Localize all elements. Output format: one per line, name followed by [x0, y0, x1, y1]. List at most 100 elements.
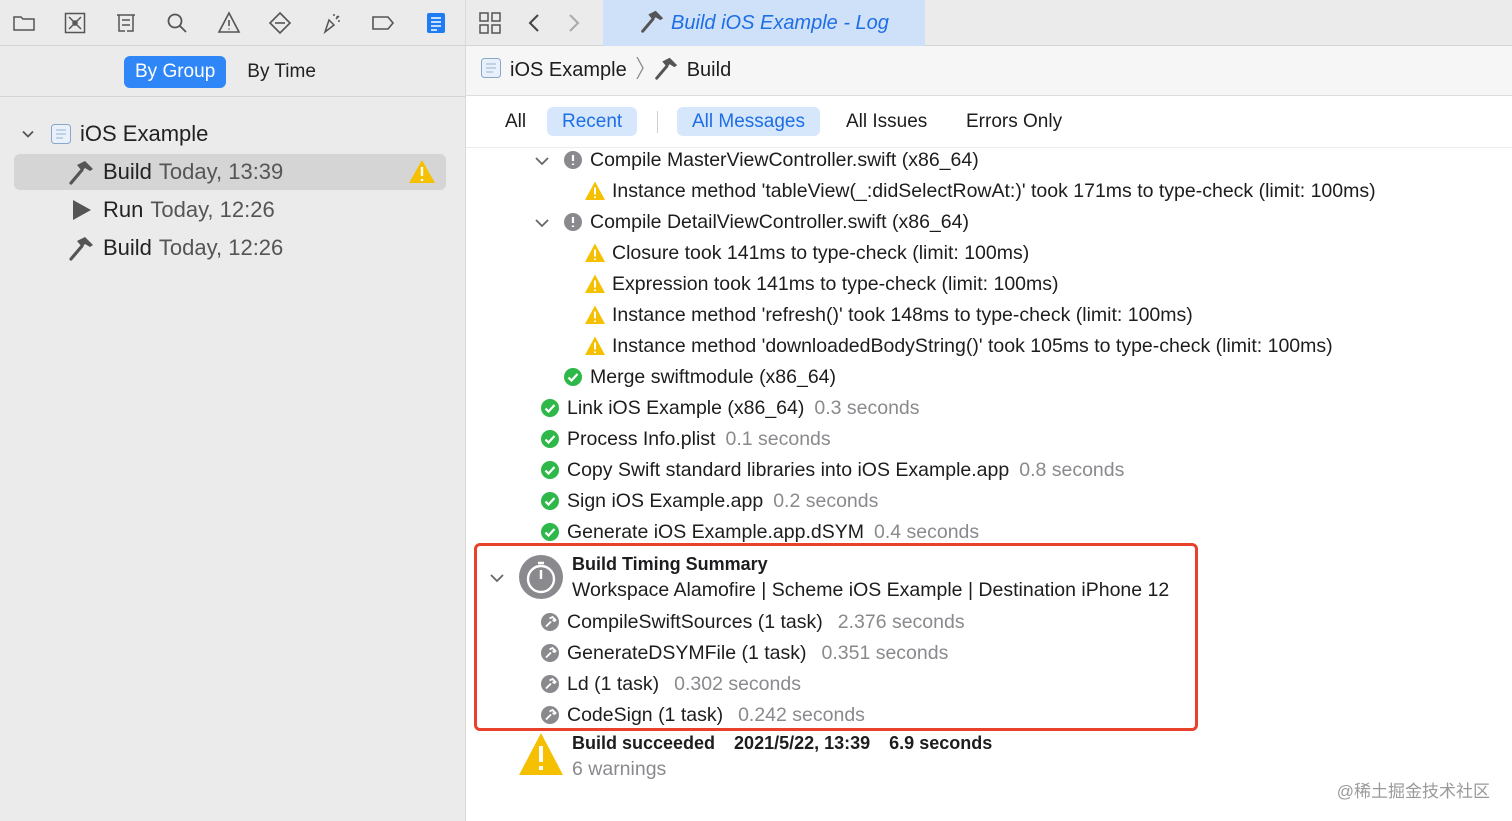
log-entry[interactable]: Process Info.plist 0.1 seconds [539, 424, 831, 454]
log-entry[interactable]: Sign iOS Example.app 0.2 seconds [539, 486, 878, 516]
log-entry[interactable]: Compile DetailViewController.swift (x86_… [562, 207, 969, 237]
log-entry[interactable]: Instance method 'downloadedBodyString()'… [584, 331, 1333, 361]
chevron-down-icon[interactable] [534, 153, 550, 169]
log-entry[interactable]: Compile MasterViewController.swift (x86_… [562, 145, 979, 175]
build-status: Build succeeded [572, 732, 716, 753]
project-icon [480, 57, 502, 84]
breakpoint-icon[interactable] [369, 9, 397, 37]
chevron-down-icon[interactable] [14, 127, 42, 141]
log-text: Instance method 'refresh()' took 148ms t… [612, 303, 1193, 326]
filter-all-messages[interactable]: All Messages [677, 107, 820, 136]
checkmark-icon [562, 366, 584, 388]
search-icon[interactable] [163, 9, 191, 37]
log-text: Expression took 141ms to type-check (lim… [612, 272, 1059, 295]
report-action: Run [103, 197, 144, 222]
log-text: Compile MasterViewController.swift (x86_… [590, 148, 979, 171]
log-text: Copy Swift standard libraries into iOS E… [567, 458, 1010, 481]
divider [657, 111, 658, 133]
info-icon [562, 211, 584, 233]
log-duration: 0.4 seconds [874, 520, 980, 543]
build-duration: 6.9 seconds [889, 732, 993, 753]
highlight-box [474, 543, 1198, 731]
breadcrumb-separator-icon [635, 55, 645, 86]
hammer-icon [653, 55, 679, 86]
log-entry[interactable]: Instance method 'tableView(_:didSelectRo… [584, 176, 1376, 206]
project-name: iOS Example [80, 121, 209, 146]
log-duration: 0.3 seconds [814, 396, 920, 419]
warning-icon [584, 335, 606, 357]
report-icon[interactable] [422, 9, 450, 37]
log-entry[interactable]: Instance method 'refresh()' took 148ms t… [584, 300, 1193, 330]
log-text: Closure took 141ms to type-check (limit:… [612, 241, 1030, 264]
report-time: Today, 13:39 [158, 159, 284, 184]
build-date: 2021/5/22, 13:39 [734, 732, 871, 753]
warning-count: 6 warnings [572, 757, 667, 780]
navigator-toolbar [0, 0, 466, 46]
hammer-icon [64, 158, 98, 186]
report-action: Build [103, 159, 152, 184]
log-text: Instance method 'tableView(_:didSelectRo… [612, 179, 1376, 202]
checkmark-icon [539, 397, 561, 419]
checkmark-icon [539, 521, 561, 543]
log-entry[interactable]: Closure took 141ms to type-check (limit:… [584, 238, 1029, 268]
breadcrumb-build[interactable]: Build [687, 59, 731, 82]
log-text: Merge swiftmodule (x86_64) [590, 365, 837, 388]
warning-icon [518, 731, 564, 782]
log-entry[interactable]: Link iOS Example (x86_64) 0.3 seconds [539, 393, 920, 423]
hammer-icon [64, 234, 98, 262]
back-icon[interactable] [521, 9, 549, 37]
report-action: Build [103, 235, 152, 260]
log-entry[interactable]: Expression took 141ms to type-check (lim… [584, 269, 1059, 299]
warning-icon [584, 242, 606, 264]
jump-bar: iOS Example Build [466, 46, 1512, 96]
log-entry[interactable]: Merge swiftmodule (x86_64) [562, 362, 836, 392]
debug-icon[interactable] [318, 9, 346, 37]
tab-build-log[interactable]: Build iOS Example - Log [603, 0, 925, 46]
log-text: Generate iOS Example.app.dSYM [567, 520, 864, 543]
by-group-button[interactable]: By Group [124, 56, 227, 88]
log-filter-bar: All Recent All Messages All Issues Error… [466, 96, 1512, 148]
project-row[interactable]: iOS Example [14, 116, 446, 152]
build-report-row[interactable]: Build Today, 13:39 [14, 154, 446, 190]
log-text: Compile DetailViewController.swift (x86_… [590, 210, 969, 233]
breadcrumb-project[interactable]: iOS Example [510, 59, 627, 82]
tab-title: Build iOS Example - Log [671, 11, 889, 34]
log-entry[interactable]: Copy Swift standard libraries into iOS E… [539, 455, 1124, 485]
build-result-line: Build succeeded 2021/5/22, 13:39 6.9 sec… [572, 729, 992, 757]
folder-icon[interactable] [10, 9, 38, 37]
log-text: Process Info.plist [567, 427, 716, 450]
divider [0, 96, 466, 97]
symbol-icon[interactable] [112, 9, 140, 37]
test-icon[interactable] [266, 9, 294, 37]
hammer-icon [639, 8, 665, 39]
filter-errors-only[interactable]: Errors Only [951, 107, 1077, 136]
xcode-window: By Group By Time iOS Example Build Today… [0, 0, 1512, 821]
run-report-row[interactable]: Run Today, 12:26 [14, 192, 446, 228]
filter-all-issues[interactable]: All Issues [831, 107, 942, 136]
report-navigator: By Group By Time iOS Example Build Today… [0, 0, 466, 821]
warning-icon [584, 180, 606, 202]
build-report-row[interactable]: Build Today, 12:26 [14, 230, 446, 266]
log-text: Sign iOS Example.app [567, 489, 764, 512]
log-duration: 0.8 seconds [1019, 458, 1125, 481]
forward-icon[interactable] [559, 9, 587, 37]
warning-icon [584, 304, 606, 326]
info-icon [562, 149, 584, 171]
warning-icon [408, 158, 436, 191]
log-duration: 0.2 seconds [773, 489, 879, 512]
filter-recent[interactable]: Recent [547, 107, 638, 136]
report-time: Today, 12:26 [150, 197, 275, 222]
grid-icon[interactable] [476, 9, 504, 37]
issue-icon[interactable] [215, 9, 243, 37]
by-time-button[interactable]: By Time [236, 56, 327, 88]
log-text: Instance method 'downloadedBodyString()'… [612, 334, 1333, 357]
warning-icon [584, 273, 606, 295]
group-segmented-control: By Group By Time [124, 56, 327, 88]
tab-bar: Build iOS Example - Log [466, 0, 1512, 46]
chevron-down-icon[interactable] [534, 215, 550, 231]
log-duration: 0.1 seconds [725, 427, 831, 450]
watermark: @稀土掘金技术社区 [1336, 782, 1490, 801]
filter-all[interactable]: All [490, 107, 541, 136]
source-control-icon[interactable] [61, 9, 89, 37]
play-icon [64, 198, 98, 222]
